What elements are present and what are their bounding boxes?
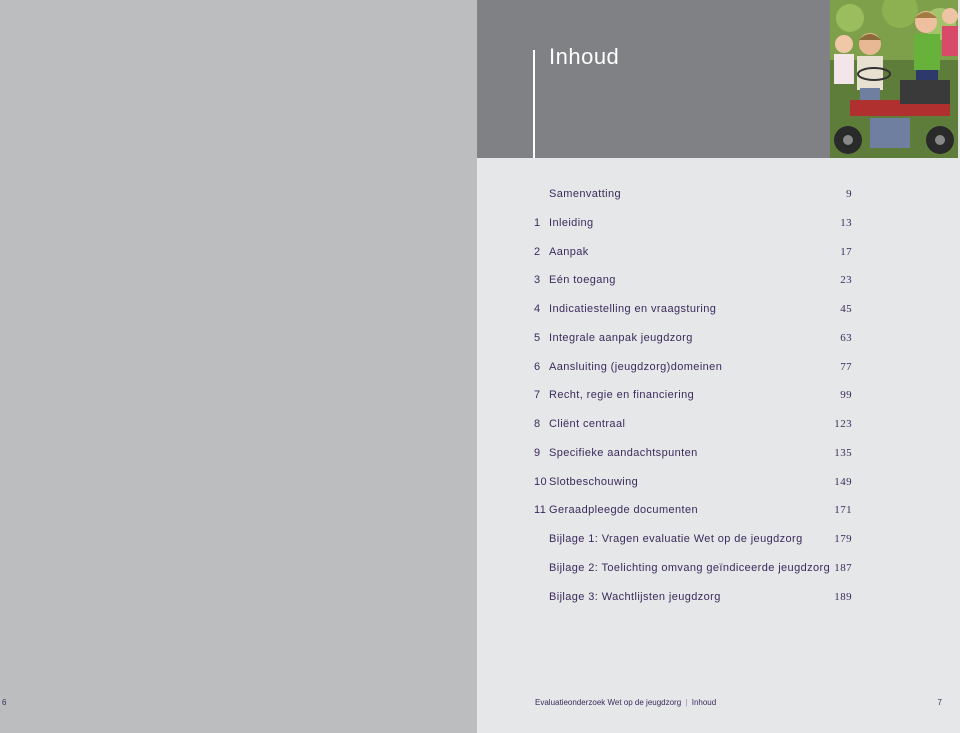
toc-entry-page: 63 <box>840 331 852 344</box>
toc-entry: 6 Aansluiting (jeugdzorg)domeinen 77 <box>477 353 960 382</box>
toc-entry-number: 4 <box>534 303 541 315</box>
right-page: Inhoud Samenvatting 9 1 Inleiding 13 2 A… <box>477 0 960 733</box>
toc-entry-title: Aansluiting (jeugdzorg)domeinen <box>549 360 723 373</box>
toc-entry: 9 Specifieke aandachtspunten 135 <box>477 439 960 468</box>
toc-entry-title: Bijlage 3: Wachtlijsten jeugdzorg <box>549 590 721 603</box>
toc-entry-page: 179 <box>834 533 852 545</box>
toc-entry: Samenvatting 9 <box>477 180 960 209</box>
toc-entry: 2 Aanpak 17 <box>477 238 960 267</box>
right-page-number: 7 <box>937 698 942 707</box>
toc-entry-page: 187 <box>834 561 852 574</box>
toc-entry-title: Slotbeschouwing <box>549 475 639 488</box>
toc-entry-number: 7 <box>534 389 541 402</box>
left-page <box>0 0 477 733</box>
table-of-contents: Samenvatting 9 1 Inleiding 13 2 Aanpak 17 3 Eén t… <box>477 180 960 611</box>
toc-entry-page: 149 <box>834 475 852 488</box>
footer-title: Evaluatieonderzoek Wet op de jeugdzorg <box>535 698 682 707</box>
toc-entry-title: Samenvatting <box>549 188 622 200</box>
header-photo <box>830 0 958 158</box>
toc-entry-number: 8 <box>534 418 541 430</box>
footer-separator: | <box>685 698 688 707</box>
toc-entry: 5 Integrale aanpak jeugdzorg 63 <box>477 324 960 353</box>
toc-entry: 10 Slotbeschouwing 149 <box>477 468 960 497</box>
toc-entry-number: 1 <box>534 216 541 229</box>
toc-entry-page: 13 <box>840 216 852 229</box>
toc-entry: 8 Cliënt centraal 123 <box>477 410 960 439</box>
page-title: Inhoud <box>549 44 620 69</box>
toc-entry-page: 9 <box>846 188 852 200</box>
toc-entry-title: Aanpak <box>549 245 589 258</box>
toc-entry-number: 11 <box>534 504 547 517</box>
toc-entry: Bijlage 1: Vragen evaluatie Wet op de je… <box>477 525 960 554</box>
footer-running-title: Evaluatieonderzoek Wet op de jeugdzorg |… <box>535 698 716 707</box>
toc-entry-page: 189 <box>834 590 852 603</box>
toc-entry-title: Integrale aanpak jeugdzorg <box>549 331 693 344</box>
toc-entry-page: 123 <box>834 418 852 430</box>
header-rule <box>533 50 535 158</box>
toc-entry-page: 45 <box>840 303 852 315</box>
toc-entry-title: Specifieke aandachtspunten <box>549 446 698 459</box>
toc-entry: 3 Eén toegang 23 <box>477 266 960 295</box>
toc-entry-title: Indicatiestelling en vraagsturing <box>549 303 717 315</box>
toc-entry: Bijlage 3: Wachtlijsten jeugdzorg 189 <box>477 583 960 612</box>
toc-entry-page: 17 <box>840 245 852 258</box>
children-photo-illustration <box>830 0 958 158</box>
header-band: Inhoud <box>477 0 830 158</box>
toc-entry-title: Eén toegang <box>549 274 616 287</box>
toc-entry-page: 171 <box>834 504 852 517</box>
toc-entry-number: 9 <box>534 446 541 459</box>
toc-entry: 4 Indicatiestelling en vraagsturing 45 <box>477 295 960 324</box>
footer-section: Inhoud <box>691 698 717 707</box>
toc-entry-page: 23 <box>840 274 852 287</box>
toc-entry: 1 Inleiding 13 <box>477 209 960 238</box>
toc-entry-title: Inleiding <box>549 216 594 229</box>
toc-entry-title: Geraadpleegde documenten <box>549 504 699 517</box>
toc-entry-number: 5 <box>534 331 541 344</box>
toc-entry-title: Cliënt centraal <box>549 418 626 430</box>
toc-entry-title: Recht, regie en financiering <box>549 389 695 402</box>
toc-entry-page: 77 <box>840 360 852 373</box>
toc-entry-number: 2 <box>534 245 541 258</box>
toc-entry: 7 Recht, regie en financiering 99 <box>477 381 960 410</box>
toc-entry-number: 6 <box>534 360 541 373</box>
toc-entry-page: 135 <box>834 446 852 459</box>
toc-entry-title: Bijlage 1: Vragen evaluatie Wet op de je… <box>549 533 803 545</box>
toc-entry-title: Bijlage 2: Toelichting omvang geïndiceer… <box>549 561 831 574</box>
toc-entry-number: 3 <box>534 274 541 287</box>
left-page-number: 6 <box>2 698 7 707</box>
toc-entry-number: 10 <box>534 475 548 488</box>
toc-entry: Bijlage 2: Toelichting omvang geïndiceer… <box>477 554 960 583</box>
toc-entry-page: 99 <box>840 389 852 402</box>
toc-entry: 11 Geraadpleegde documenten 171 <box>477 496 960 525</box>
